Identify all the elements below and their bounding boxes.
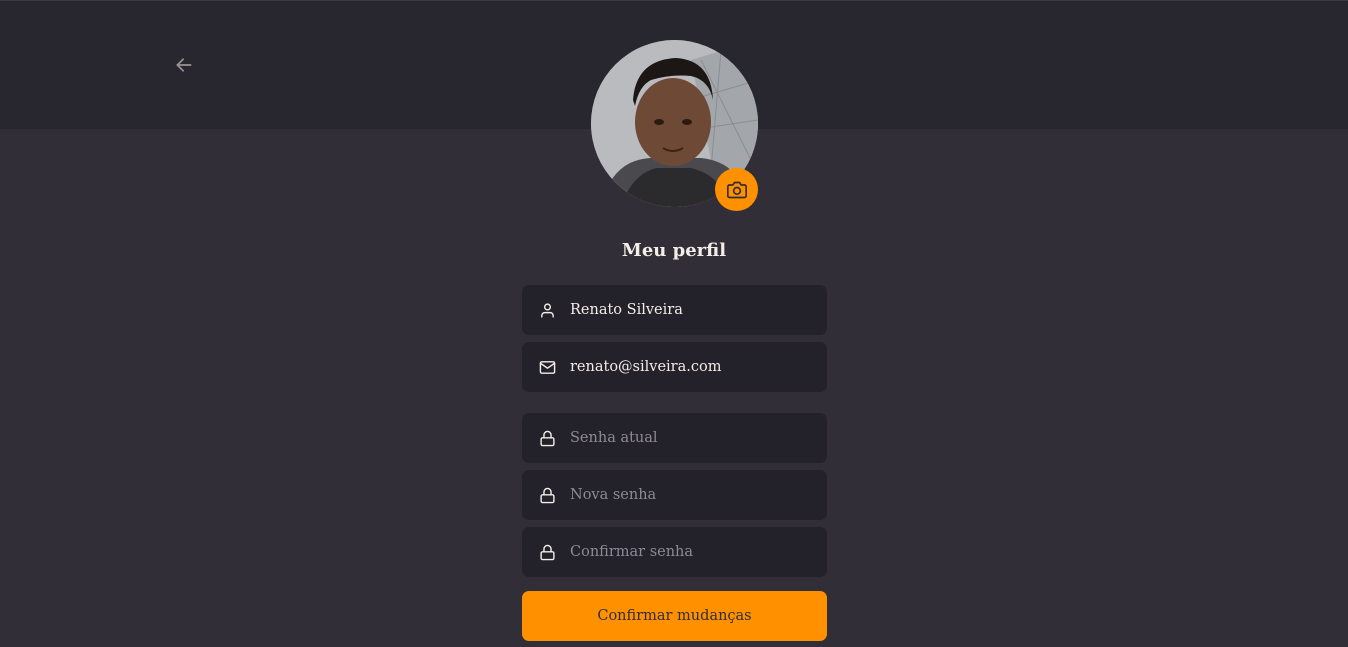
avatar-container — [591, 40, 758, 211]
email-field[interactable] — [522, 342, 827, 392]
lock-icon — [538, 429, 556, 447]
confirm-password-field[interactable] — [522, 527, 827, 577]
camera-icon — [726, 181, 747, 198]
page-title: Meu perfil — [621, 240, 727, 261]
back-button[interactable] — [172, 53, 196, 77]
confirm-changes-button[interactable]: Confirmar mudanças — [522, 591, 827, 641]
name-field[interactable] — [522, 285, 827, 335]
current-password-input[interactable] — [570, 430, 810, 446]
name-input[interactable] — [570, 302, 810, 318]
mail-icon — [538, 358, 556, 376]
user-icon — [538, 301, 556, 319]
confirm-password-input[interactable] — [570, 544, 810, 560]
lock-icon — [538, 486, 556, 504]
change-avatar-button[interactable] — [715, 168, 758, 211]
arrow-left-icon — [176, 58, 192, 72]
email-input[interactable] — [570, 359, 810, 375]
current-password-field[interactable] — [522, 413, 827, 463]
new-password-input[interactable] — [570, 487, 810, 503]
lock-icon — [538, 543, 556, 561]
new-password-field[interactable] — [522, 470, 827, 520]
